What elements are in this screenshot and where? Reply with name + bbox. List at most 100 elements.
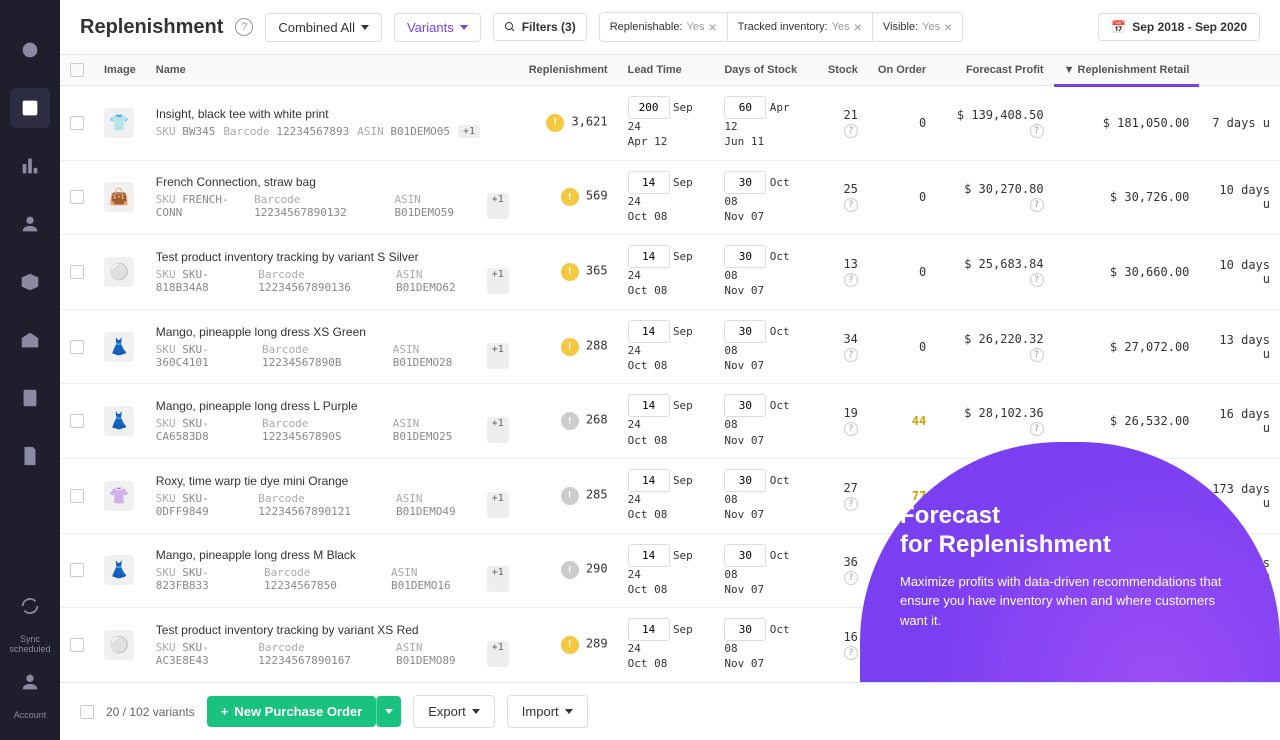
remove-filter-icon[interactable]: × — [944, 19, 952, 35]
info-icon[interactable]: ? — [844, 646, 858, 660]
info-icon[interactable]: ? — [1030, 273, 1044, 287]
replenishment-qty: 285 — [586, 487, 608, 501]
days-stock-input[interactable] — [724, 245, 766, 268]
lead-time-input[interactable] — [628, 469, 670, 492]
info-icon[interactable]: ? — [844, 571, 858, 585]
import-button[interactable]: Import — [507, 695, 588, 728]
plus-icon: + — [221, 704, 229, 719]
row-checkbox[interactable] — [70, 563, 84, 577]
chevron-down-icon — [361, 25, 369, 30]
more-tag[interactable]: +1 — [487, 343, 509, 369]
row-count: 20 / 102 variants — [106, 705, 195, 719]
info-icon[interactable]: ? — [1030, 348, 1044, 362]
profit-value: $ 139,408.50 — [957, 108, 1044, 122]
days-stock-input[interactable] — [724, 320, 766, 343]
info-icon[interactable]: ? — [844, 497, 858, 511]
more-tag[interactable]: +1 — [487, 268, 509, 294]
footer-select-all[interactable] — [80, 705, 94, 719]
col-days-stock[interactable]: Days of Stock — [714, 55, 816, 86]
more-tag[interactable]: +1 — [487, 417, 509, 443]
new-po-button[interactable]: +New Purchase Order — [207, 696, 376, 727]
info-icon[interactable]: ? — [1030, 198, 1044, 212]
more-tag[interactable]: +1 — [487, 566, 509, 592]
product-meta: SKU SKU-CA6583D8 Barcode 12234567890S AS… — [156, 417, 509, 443]
days-stock-input[interactable] — [724, 618, 766, 641]
info-icon[interactable]: ? — [844, 198, 858, 212]
col-stock[interactable]: Stock — [816, 55, 868, 86]
info-icon[interactable]: ? — [844, 273, 858, 287]
nav-docs[interactable] — [10, 436, 50, 476]
remove-filter-icon[interactable]: × — [708, 19, 716, 35]
status-indicator: ! — [546, 114, 564, 132]
col-retail[interactable]: ▼ Replenishment Retail — [1054, 55, 1200, 86]
tail-value: 16 days u — [1199, 384, 1280, 459]
nav-reports[interactable] — [10, 146, 50, 186]
remove-filter-icon[interactable]: × — [854, 19, 862, 35]
more-tag[interactable]: +1 — [487, 641, 509, 667]
lead-time-input[interactable] — [628, 171, 670, 194]
status-indicator: ! — [561, 487, 579, 505]
days-stock-input[interactable] — [724, 394, 766, 417]
row-checkbox[interactable] — [70, 340, 84, 354]
lead-time-input[interactable] — [628, 320, 670, 343]
new-po-dropdown[interactable] — [376, 696, 401, 727]
product-name: Mango, pineapple long dress XS Green — [156, 325, 509, 339]
info-icon[interactable]: ? — [1030, 422, 1044, 436]
info-icon[interactable]: ? — [844, 348, 858, 362]
nav-warehouse[interactable] — [10, 320, 50, 360]
product-name: Mango, pineapple long dress M Black — [156, 548, 509, 562]
more-tag[interactable]: +1 — [458, 125, 480, 138]
row-checkbox[interactable] — [70, 265, 84, 279]
info-icon[interactable]: ? — [1030, 124, 1044, 138]
retail-value: $ 30,726.00 — [1054, 160, 1200, 235]
filters-button[interactable]: Filters (3) — [493, 13, 587, 41]
nav-replenishment[interactable] — [10, 88, 50, 128]
row-checkbox[interactable] — [70, 414, 84, 428]
view-dropdown[interactable]: Combined All — [265, 13, 382, 42]
grouping-dropdown[interactable]: Variants — [394, 13, 481, 42]
tail-value: 10 days u — [1199, 160, 1280, 235]
info-icon[interactable]: ? — [844, 422, 858, 436]
more-tag[interactable]: +1 — [487, 492, 509, 518]
nav-calc[interactable] — [10, 378, 50, 418]
days-stock-input[interactable] — [724, 544, 766, 567]
lead-time-input[interactable] — [628, 245, 670, 268]
product-name: Roxy, time warp tie dye mini Orange — [156, 474, 509, 488]
col-replenishment[interactable]: Replenishment — [519, 55, 618, 86]
filter-tags: Replenishable: Yes× Tracked inventory: Y… — [599, 12, 1087, 42]
export-button[interactable]: Export — [413, 695, 495, 728]
table-row[interactable]: 👗 Mango, pineapple long dress XS Green S… — [60, 309, 1280, 384]
table-row[interactable]: 👜 French Connection, straw bag SKU FRENC… — [60, 160, 1280, 235]
more-tag[interactable]: +1 — [487, 193, 509, 219]
select-all-checkbox[interactable] — [70, 63, 84, 77]
col-forecast-profit[interactable]: Forecast Profit — [936, 55, 1053, 86]
lead-time-input[interactable] — [628, 394, 670, 417]
row-checkbox[interactable] — [70, 638, 84, 652]
lead-time-input[interactable] — [628, 544, 670, 567]
row-checkbox[interactable] — [70, 116, 84, 130]
days-stock-input[interactable] — [724, 469, 766, 492]
nav-products[interactable] — [10, 262, 50, 302]
info-icon[interactable]: ? — [844, 124, 858, 138]
table-row[interactable]: 👕 Insight, black tee with white print SK… — [60, 86, 1280, 161]
sync-status[interactable] — [10, 586, 50, 626]
col-on-order[interactable]: On Order — [868, 55, 936, 86]
days-stock-input[interactable] — [724, 171, 766, 194]
nav-contacts[interactable] — [10, 204, 50, 244]
row-checkbox[interactable] — [70, 489, 84, 503]
row-checkbox[interactable] — [70, 190, 84, 204]
help-icon[interactable]: ? — [235, 18, 253, 36]
retail-value: $ 27,072.00 — [1054, 309, 1200, 384]
col-image[interactable]: Image — [94, 55, 146, 86]
lead-time-input[interactable] — [628, 96, 670, 119]
account-avatar[interactable] — [10, 662, 50, 702]
date-range-picker[interactable]: 📅Sep 2018 - Sep 2020 — [1098, 13, 1260, 41]
footer: 20 / 102 variants +New Purchase Order Ex… — [60, 682, 1280, 740]
lead-time-input[interactable] — [628, 618, 670, 641]
profit-value: $ 30,270.80 — [964, 182, 1043, 196]
col-name[interactable]: Name — [146, 55, 519, 86]
table-row[interactable]: ⚪ Test product inventory tracking by var… — [60, 235, 1280, 310]
days-stock-input[interactable] — [724, 96, 766, 119]
col-lead-time[interactable]: Lead Time — [618, 55, 715, 86]
nav-dashboard[interactable] — [10, 30, 50, 70]
